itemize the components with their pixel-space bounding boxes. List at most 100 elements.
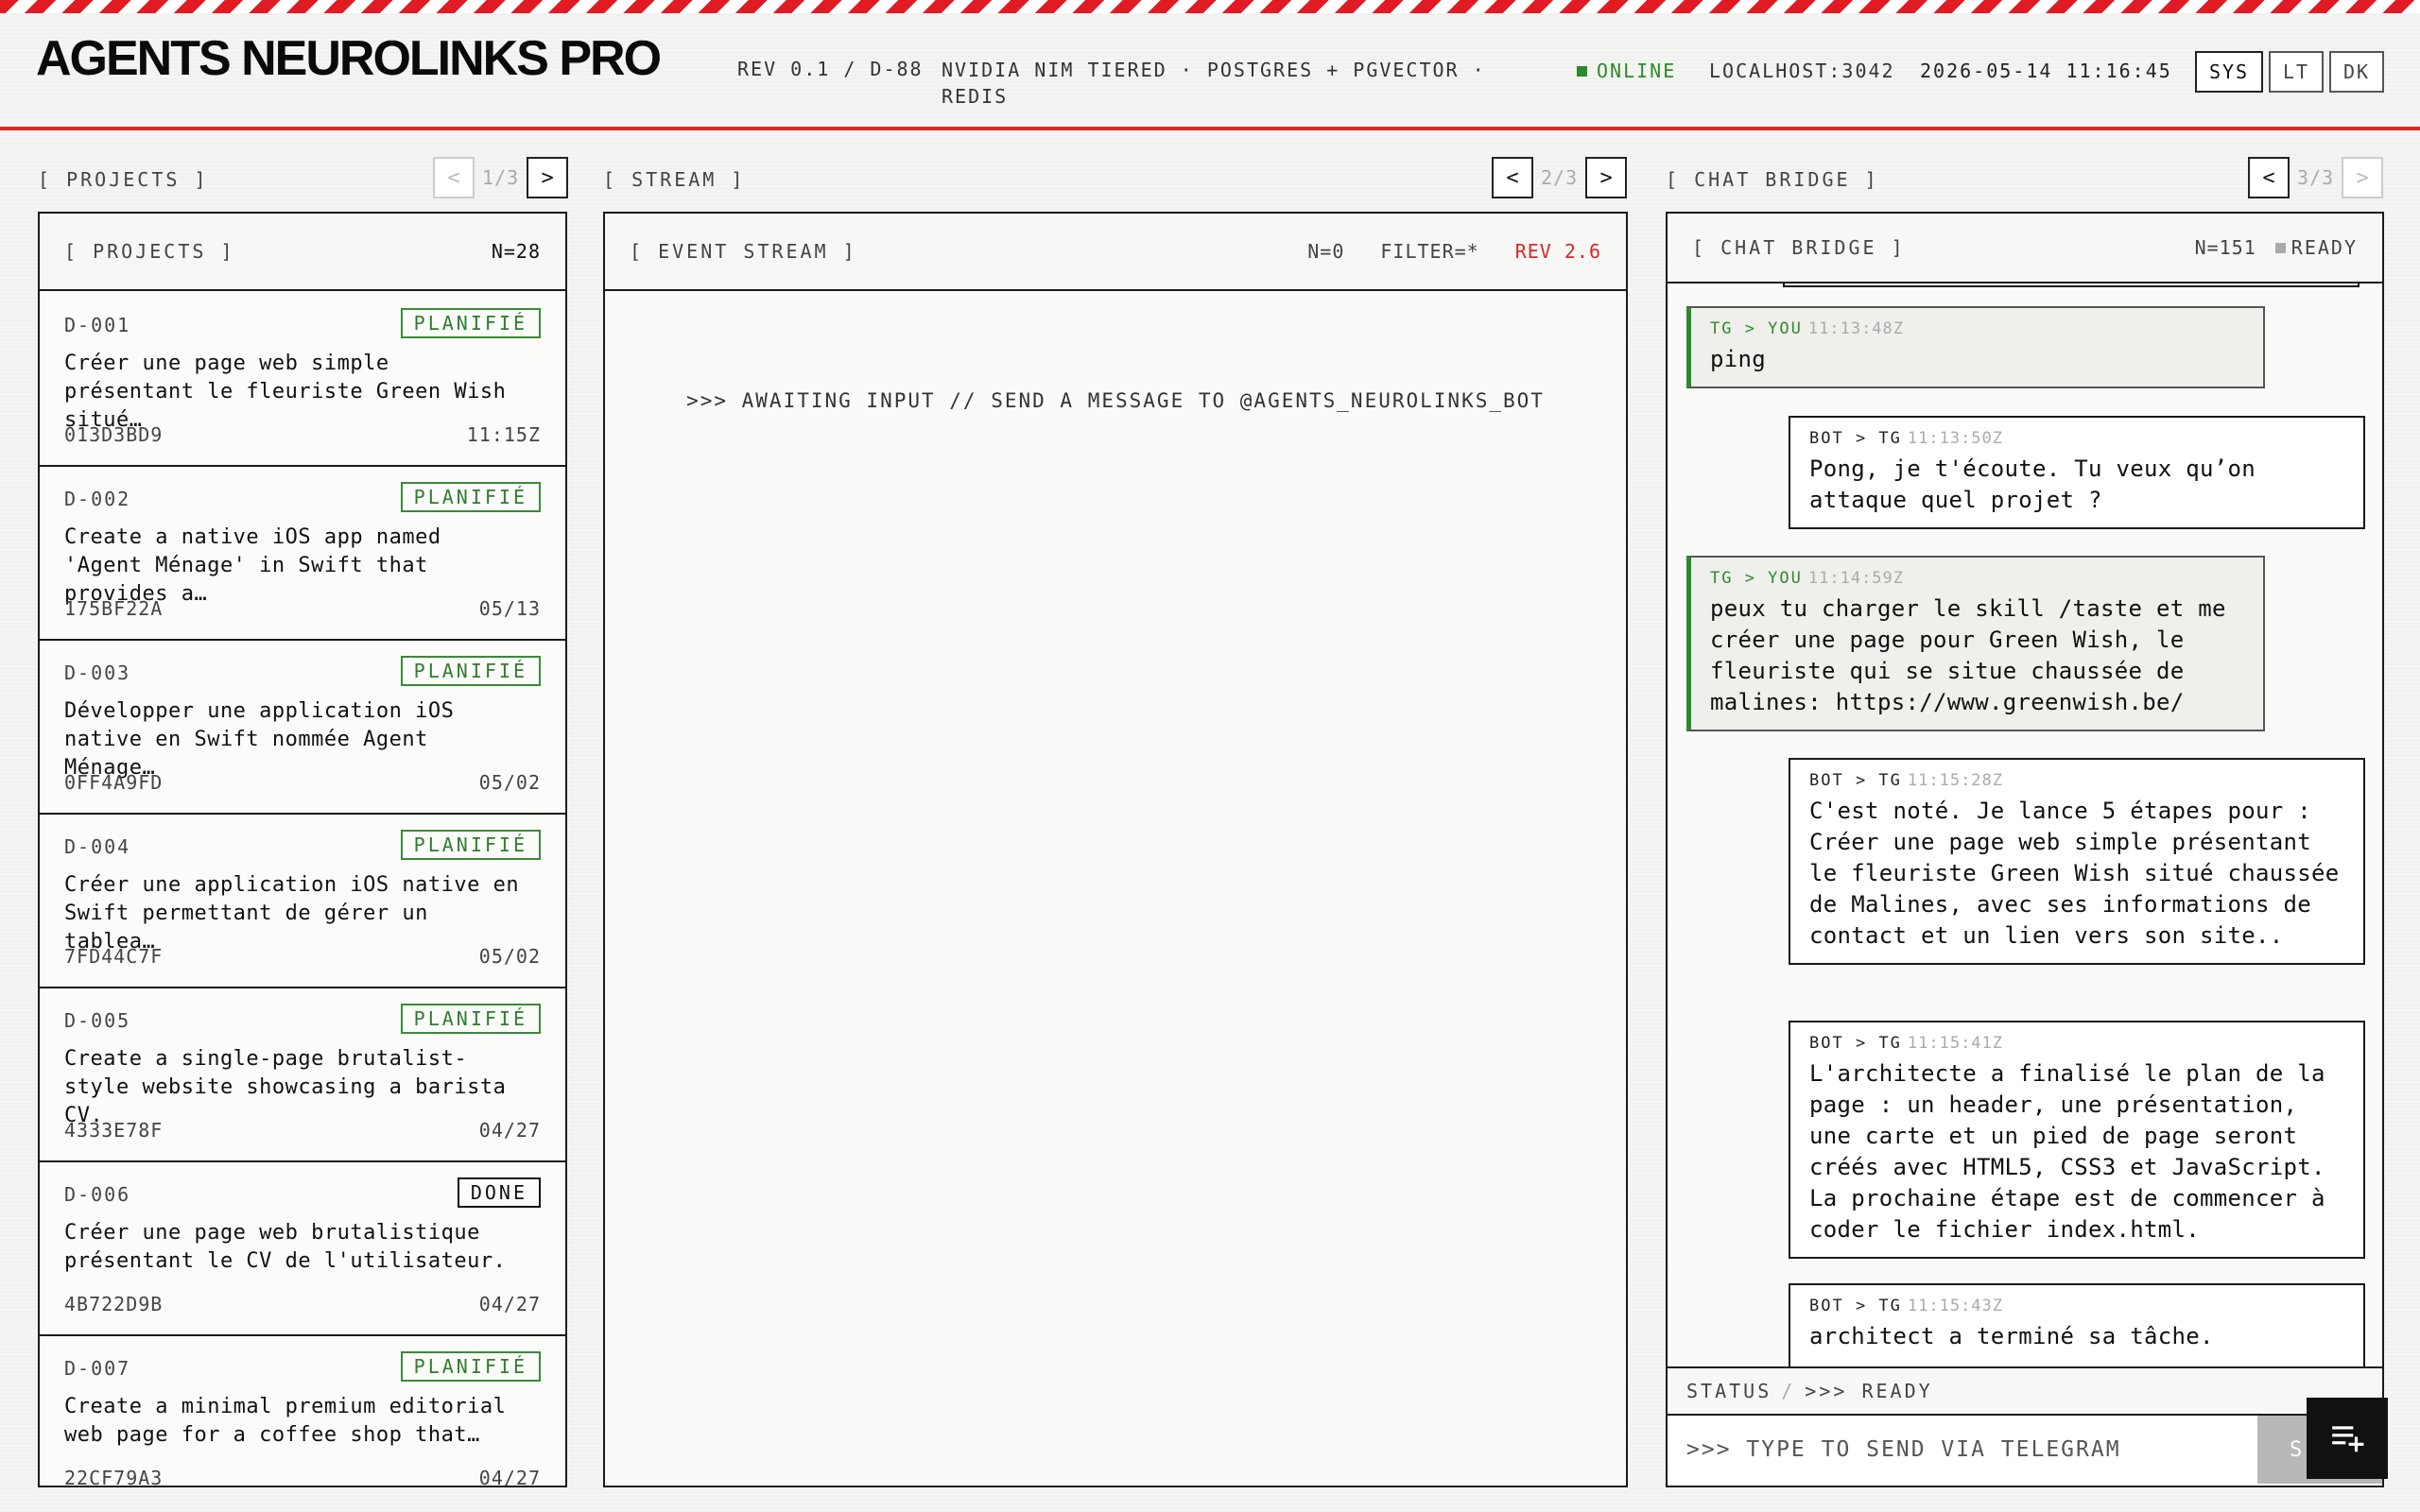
stream-next-button[interactable]: > bbox=[1585, 157, 1628, 198]
chat-column-label: [ CHAT BRIDGE ] bbox=[1666, 168, 1879, 191]
chat-message-bot: BOT > TG 11:15:28Z C'est noté. Je lance 5… bbox=[1789, 758, 2365, 965]
theme-dk-button[interactable]: DK bbox=[2329, 51, 2384, 93]
message-timestamp: 11:14:59Z bbox=[1807, 569, 1905, 588]
revision-label: REV 0.1 / D-88 bbox=[737, 58, 924, 80]
chat-prev-button[interactable]: < bbox=[2248, 157, 2290, 198]
online-label: ONLINE bbox=[1597, 60, 1677, 82]
chat-message-you: TG > YOU 11:13:48Z ping bbox=[1686, 306, 2265, 388]
project-description: Create a native iOS app named 'Agent Mén… bbox=[64, 525, 441, 606]
stream-page-count: 2/3 bbox=[1541, 166, 1579, 189]
online-status: ONLINE bbox=[1577, 60, 1676, 82]
chat-panel: [ CHAT BRIDGE ] N=151 READY TG > YOU 11:1… bbox=[1666, 212, 2384, 1487]
projects-panel-title: [ PROJECTS ] bbox=[64, 240, 235, 263]
project-item[interactable]: D-001 PLANIFIÉ Créer une page web simple… bbox=[40, 293, 565, 467]
chat-ready-indicator: READY bbox=[2274, 236, 2358, 259]
project-hash: 7FD44C7F bbox=[64, 945, 164, 968]
stream-rev: REV 2.6 bbox=[1514, 240, 1601, 263]
floating-action-button[interactable] bbox=[2307, 1398, 2388, 1479]
chat-pager: < 3/3 > bbox=[2248, 157, 2384, 198]
status-badge: PLANIFIÉ bbox=[400, 308, 541, 338]
project-item[interactable]: D-003 PLANIFIÉ Développer une applicatio… bbox=[40, 641, 565, 815]
status-badge: PLANIFIÉ bbox=[400, 1351, 541, 1382]
project-description: Create a single-page brutalist-style web… bbox=[64, 1047, 507, 1127]
stream-prev-button[interactable]: < bbox=[1492, 157, 1533, 198]
project-description: Développer une application iOS native en… bbox=[64, 699, 455, 780]
project-item[interactable]: D-005 PLANIFIÉ Create a single-page brut… bbox=[40, 988, 565, 1162]
project-date: 04/27 bbox=[478, 1293, 541, 1315]
project-date: 11:15Z bbox=[466, 423, 541, 446]
message-timestamp: 11:15:43Z bbox=[1907, 1297, 2004, 1315]
project-item[interactable]: D-006 DONE Créer une page web brutalisti… bbox=[40, 1162, 565, 1336]
message-text: architect a terminé sa tâche. bbox=[1809, 1323, 2214, 1349]
message-sender: BOT > TG bbox=[1809, 429, 1902, 448]
status-badge: DONE bbox=[457, 1177, 541, 1208]
project-item[interactable]: D-004 PLANIFIÉ Créer une application iOS… bbox=[40, 815, 565, 988]
project-date: 05/13 bbox=[478, 597, 541, 620]
chat-status-label: STATUS bbox=[1686, 1380, 1772, 1402]
project-description: Create a minimal premium editorial web p… bbox=[64, 1395, 507, 1447]
chat-count: N=151 bbox=[2194, 236, 2256, 259]
project-hash: 22CF79A3 bbox=[64, 1467, 164, 1486]
projects-pager: < 1/3 > bbox=[433, 157, 569, 198]
project-hash: 4B722D9B bbox=[64, 1293, 164, 1315]
message-sender: TG > YOU bbox=[1710, 569, 1803, 588]
chat-next-button[interactable]: > bbox=[2342, 157, 2384, 198]
chat-status-value: >>> READY bbox=[1805, 1380, 1933, 1402]
stream-panel-header: [ EVENT STREAM ] N=0 FILTER=* REV 2.6 bbox=[605, 214, 1626, 291]
projects-panel: [ PROJECTS ] N=28 D-001 PLANIFIÉ Créer u… bbox=[38, 212, 567, 1487]
project-description: Créer une page web simple présentant le … bbox=[64, 352, 507, 432]
theme-lt-button[interactable]: LT bbox=[2269, 51, 2324, 93]
status-badge: PLANIFIÉ bbox=[400, 656, 541, 686]
theme-sys-button[interactable]: SYS bbox=[2195, 51, 2263, 93]
message-text: L'architecte a finalisé le plan de la pa… bbox=[1809, 1060, 2325, 1243]
project-date: 05/02 bbox=[478, 945, 541, 968]
chat-message-you: TG > YOU 11:14:59Z peux tu charger le ski… bbox=[1686, 556, 2265, 731]
project-hash: 4333E78F bbox=[64, 1119, 164, 1142]
message-sender: BOT > TG bbox=[1809, 771, 1902, 790]
status-dot-icon bbox=[1577, 65, 1587, 77]
message-text: Pong, je t'écoute. Tu veux qu’on attaque… bbox=[1809, 455, 2256, 513]
clock: 2026-05-14 11:16:45 bbox=[1920, 60, 2172, 82]
message-timestamp: 11:13:50Z bbox=[1907, 429, 2004, 448]
message-text: C'est noté. Je lance 5 étapes pour : Cré… bbox=[1809, 798, 2340, 949]
project-hash: 013D3BD9 bbox=[64, 423, 164, 446]
project-item[interactable]: D-007 PLANIFIÉ Create a minimal premium … bbox=[40, 1336, 565, 1486]
chat-ready-label: READY bbox=[2290, 236, 2358, 259]
stack-label: NVIDIA NIM TIERED · POSTGRES + PGVECTOR … bbox=[942, 59, 1486, 108]
projects-column-label: [ PROJECTS ] bbox=[38, 168, 209, 191]
stream-panel: [ EVENT STREAM ] N=0 FILTER=* REV 2.6 >>… bbox=[603, 212, 1628, 1487]
message-timestamp: 11:13:48Z bbox=[1807, 319, 1905, 338]
project-date: 05/02 bbox=[478, 771, 541, 794]
previous-message-edge bbox=[1783, 284, 2360, 287]
stream-filter[interactable]: FILTER=* bbox=[1380, 240, 1478, 263]
app-header: AGENTS NEUROLINKS PRO REV 0.1 / D-88 NVI… bbox=[0, 13, 2420, 130]
message-sender: BOT > TG bbox=[1809, 1034, 1902, 1053]
message-text: ping bbox=[1710, 346, 1766, 372]
project-date: 04/27 bbox=[478, 1119, 541, 1142]
projects-prev-button[interactable]: < bbox=[433, 157, 475, 198]
message-text: peux tu charger le skill /taste et me cr… bbox=[1710, 595, 2226, 715]
stream-panel-title: [ EVENT STREAM ] bbox=[630, 240, 857, 263]
projects-panel-header: [ PROJECTS ] N=28 bbox=[40, 214, 565, 291]
message-sender: BOT > TG bbox=[1809, 1297, 1902, 1315]
playlist-add-icon bbox=[2332, 1426, 2364, 1452]
chat-message-bot: BOT > TG 11:15:41Z L'architecte a finalis… bbox=[1789, 1021, 2365, 1259]
project-item[interactable]: D-002 PLANIFIÉ Create a native iOS app n… bbox=[40, 467, 565, 641]
status-badge: PLANIFIÉ bbox=[400, 1004, 541, 1034]
stream-pager: < 2/3 > bbox=[1492, 157, 1628, 198]
status-badge: PLANIFIÉ bbox=[400, 482, 541, 512]
project-description: Créer une application iOS native en Swif… bbox=[64, 873, 520, 954]
chat-panel-header: [ CHAT BRIDGE ] N=151 READY bbox=[1668, 214, 2382, 284]
message-timestamp: 11:15:28Z bbox=[1907, 771, 2004, 790]
chat-panel-title: [ CHAT BRIDGE ] bbox=[1692, 236, 1906, 259]
projects-list: D-001 PLANIFIÉ Créer une page web simple… bbox=[40, 293, 565, 1486]
chat-message-input[interactable] bbox=[1668, 1416, 2254, 1484]
project-hash: 0FF4A9FD bbox=[64, 771, 164, 794]
projects-next-button[interactable]: > bbox=[527, 157, 569, 198]
hazard-stripe bbox=[0, 0, 2420, 13]
message-timestamp: 11:15:41Z bbox=[1907, 1034, 2004, 1053]
project-date: 04/27 bbox=[478, 1467, 541, 1486]
ready-dot-icon bbox=[2274, 242, 2286, 253]
status-badge: PLANIFIÉ bbox=[400, 830, 541, 860]
project-hash: 175BF22A bbox=[64, 597, 164, 620]
